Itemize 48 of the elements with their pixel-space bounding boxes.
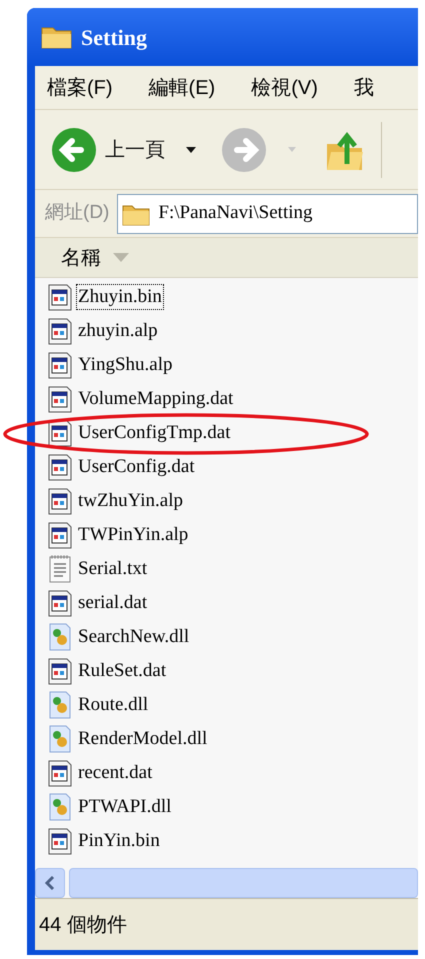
- file-name[interactable]: PTWAPI.dll: [76, 794, 174, 820]
- menu-item[interactable]: 檔案(F): [47, 72, 113, 102]
- data-file-icon: [48, 351, 72, 379]
- gear-file-icon: [48, 691, 72, 719]
- data-file-icon: [48, 385, 72, 413]
- data-file-icon: [48, 827, 72, 855]
- status-text: 44 個物件: [39, 912, 127, 938]
- chevron-left-icon: [45, 876, 55, 890]
- data-file-icon: [48, 283, 72, 311]
- file-name[interactable]: PinYin.bin: [76, 828, 162, 854]
- file-name[interactable]: Serial.txt: [76, 556, 150, 582]
- file-name[interactable]: SearchNew.dll: [76, 624, 192, 650]
- file-name[interactable]: zhuyin.alp: [76, 318, 160, 344]
- column-header[interactable]: 名稱: [61, 242, 101, 272]
- menu-item[interactable]: 我: [354, 72, 374, 102]
- file-name[interactable]: TWPinYin.alp: [76, 522, 190, 548]
- data-file-icon: [48, 657, 72, 685]
- text-file-icon: [48, 555, 72, 583]
- file-name[interactable]: UserConfig.dat: [76, 454, 197, 480]
- gear-file-icon: [48, 725, 72, 753]
- address-label: 網址(D): [45, 201, 110, 226]
- sort-arrow-icon: [113, 253, 129, 262]
- file-name[interactable]: Route.dll: [76, 692, 150, 718]
- scrollbar-thumb[interactable]: [69, 868, 418, 898]
- menu-item[interactable]: 檢視(V): [251, 72, 318, 102]
- window-title: Setting: [81, 24, 147, 52]
- data-file-icon: [48, 759, 72, 787]
- gear-file-icon: [48, 793, 72, 821]
- file-name[interactable]: Zhuyin.bin: [76, 284, 164, 310]
- file-name[interactable]: RenderModel.dll: [76, 726, 210, 752]
- menu-item[interactable]: 編輯(E): [148, 72, 216, 102]
- data-file-icon: [48, 419, 72, 447]
- file-name[interactable]: serial.dat: [76, 590, 150, 616]
- file-name[interactable]: RuleSet.dat: [76, 658, 168, 684]
- file-name[interactable]: twZhuYin.alp: [76, 488, 186, 514]
- data-file-icon: [48, 487, 72, 515]
- data-file-icon: [48, 453, 72, 481]
- back-button[interactable]: 上一頁: [105, 134, 165, 164]
- file-name[interactable]: YingShu.alp: [76, 352, 174, 378]
- dropdown-caret-icon[interactable]: [185, 146, 197, 154]
- address-field[interactable]: F:\PanaNavi\Setting: [117, 194, 418, 234]
- gear-file-icon: [48, 623, 72, 651]
- data-file-icon: [48, 589, 72, 617]
- data-file-icon: [48, 317, 72, 345]
- scroll-left-button[interactable]: [35, 868, 65, 898]
- file-name[interactable]: VolumeMapping.dat: [76, 386, 236, 412]
- data-file-icon: [48, 521, 72, 549]
- file-name[interactable]: recent.dat: [76, 760, 154, 786]
